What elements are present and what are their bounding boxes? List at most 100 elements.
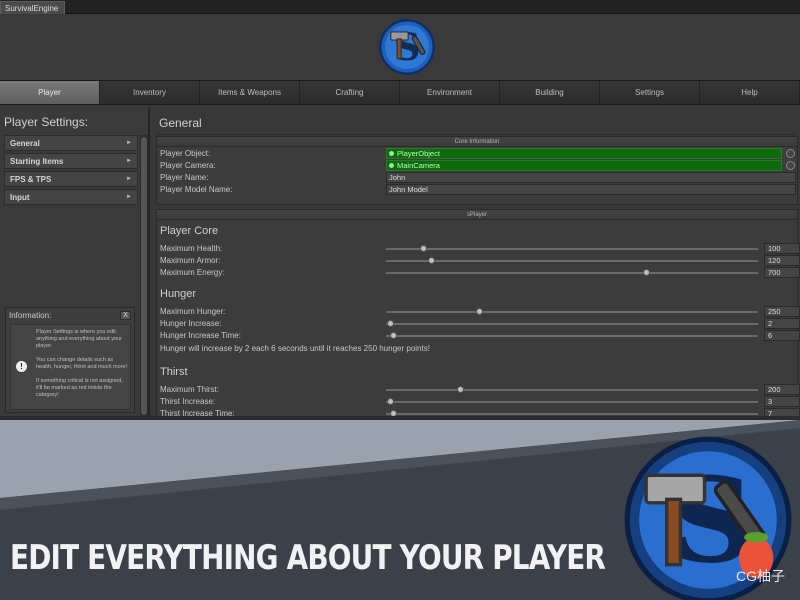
watermark: CG柚子 <box>736 568 785 584</box>
player-object-field[interactable]: PlayerObject <box>386 148 782 159</box>
thirst-increase-input[interactable]: 3 <box>764 396 800 407</box>
information-text: Player Settings is where you edit anythi… <box>36 329 130 406</box>
info-paragraph: You can change details such as health, h… <box>36 357 128 370</box>
slider-thumb[interactable] <box>476 308 483 315</box>
field-label: Thirst Increase: <box>160 397 216 406</box>
max-health-slider[interactable] <box>386 245 758 252</box>
category-list: General ► Starting Items ► FPS & TPS ► I… <box>4 135 138 207</box>
category-input[interactable]: Input ► <box>4 189 138 205</box>
category-label: Input <box>10 192 30 202</box>
thirst-increase-row: Thirst Increase: 3 <box>160 396 800 408</box>
window-tab-strip: SurvivalEngine <box>0 0 800 15</box>
scrollbar-thumb[interactable] <box>141 137 147 415</box>
field-value: MainCamera <box>397 161 440 170</box>
object-picker-icon[interactable] <box>786 161 795 170</box>
main-panel: General Core Information Player Object: … <box>152 107 800 418</box>
category-label: FPS & TPS <box>10 174 52 184</box>
field-label: Maximum Armor: <box>160 256 221 265</box>
gameobject-icon <box>389 163 394 168</box>
promo-banner: EDIT EVERYTHING ABOUT YOUR PLAYER S CG柚子 <box>0 420 800 600</box>
max-health-input[interactable]: 100 <box>764 243 800 254</box>
slider-thumb[interactable] <box>386 398 394 405</box>
player-camera-field[interactable]: MainCamera <box>386 160 782 171</box>
info-paragraph: If something critical is not assigned, i… <box>36 378 123 398</box>
max-thirst-input[interactable]: 200 <box>764 384 800 395</box>
max-hunger-slider[interactable] <box>386 308 758 315</box>
slider-thumb[interactable] <box>390 332 398 339</box>
max-thirst-slider[interactable] <box>386 386 758 393</box>
slider-thumb[interactable] <box>457 386 465 393</box>
field-label: Player Camera: <box>160 161 216 170</box>
slider-thumb[interactable] <box>420 245 428 252</box>
information-box: Information: X ! Player Settings is wher… <box>5 307 135 413</box>
banner-caption: EDIT EVERYTHING ABOUT YOUR PLAYER <box>10 538 606 578</box>
max-hunger-row: Maximum Hunger: 250 <box>160 306 800 318</box>
player-model-input[interactable]: John Model <box>386 184 796 195</box>
hunger-note: Hunger will increase by 2 each 6 seconds… <box>160 344 430 353</box>
left-panel: Player Settings: General ► Starting Item… <box>0 107 150 418</box>
player-model-row: Player Model Name: John Model <box>160 184 796 196</box>
category-fps-tps[interactable]: FPS & TPS ► <box>4 171 138 187</box>
tab-items-weapons[interactable]: Items & Weapons <box>200 81 300 104</box>
tab-crafting[interactable]: Crafting <box>300 81 400 104</box>
thirst-time-slider[interactable] <box>386 410 758 417</box>
max-energy-row: Maximum Energy: 700 <box>160 267 800 279</box>
max-energy-input[interactable]: 700 <box>764 267 800 278</box>
object-picker-icon[interactable] <box>786 149 795 158</box>
max-energy-slider[interactable] <box>386 269 758 276</box>
hunger-time-input[interactable]: 6 <box>764 330 800 341</box>
slider-thumb[interactable] <box>386 320 394 327</box>
tab-player[interactable]: Player <box>0 81 100 104</box>
divider <box>156 134 796 135</box>
max-armor-row: Maximum Armor: 120 <box>160 255 800 267</box>
close-icon[interactable]: X <box>120 311 131 320</box>
slider-thumb[interactable] <box>643 269 651 276</box>
window-tab[interactable]: SurvivalEngine <box>0 1 65 15</box>
tab-help[interactable]: Help <box>700 81 800 104</box>
panel-title: Player Settings: <box>4 115 89 129</box>
splayer-section: sPlayer Player Core Maximum Health: 100 … <box>156 209 800 418</box>
field-label: Maximum Thirst: <box>160 385 219 394</box>
section-header: Core Information <box>157 137 797 147</box>
hunger-increase-input[interactable]: 2 <box>764 318 800 329</box>
information-title: Information: <box>9 311 52 320</box>
max-armor-slider[interactable] <box>386 257 758 264</box>
hunger-time-slider[interactable] <box>386 332 758 339</box>
player-core-heading: Player Core <box>160 225 219 237</box>
category-starting-items[interactable]: Starting Items ► <box>4 153 138 169</box>
page-title: General <box>159 116 202 130</box>
tab-inventory[interactable]: Inventory <box>100 81 200 104</box>
field-value: PlayerObject <box>397 149 440 158</box>
gameobject-icon <box>389 151 394 156</box>
tab-environment[interactable]: Environment <box>400 81 500 104</box>
category-label: Starting Items <box>10 156 64 166</box>
hunger-increase-row: Hunger Increase: 2 <box>160 318 800 330</box>
tab-settings[interactable]: Settings <box>600 81 700 104</box>
chevron-right-icon: ► <box>126 194 132 200</box>
header: S <box>0 14 800 80</box>
field-label: Maximum Energy: <box>160 268 225 277</box>
field-label: Player Model Name: <box>160 185 233 194</box>
hunger-increase-slider[interactable] <box>386 320 758 327</box>
section-header: sPlayer <box>157 210 797 220</box>
category-general[interactable]: General ► <box>4 135 138 151</box>
thirst-increase-slider[interactable] <box>386 398 758 405</box>
player-name-input[interactable]: John <box>386 172 796 183</box>
player-name-row: Player Name: John <box>160 172 796 184</box>
max-thirst-row: Maximum Thirst: 200 <box>160 384 800 396</box>
chevron-right-icon: ► <box>126 158 132 164</box>
info-paragraph: Player Settings is where you edit anythi… <box>36 329 122 349</box>
field-label: Maximum Hunger: <box>160 307 226 316</box>
tab-building[interactable]: Building <box>500 81 600 104</box>
max-hunger-input[interactable]: 250 <box>764 306 800 317</box>
field-label: Player Object: <box>160 149 211 158</box>
information-body: ! Player Settings is where you edit anyt… <box>10 324 131 410</box>
max-armor-input[interactable]: 120 <box>764 255 800 266</box>
field-label: Maximum Health: <box>160 244 223 253</box>
field-label: Hunger Increase: <box>160 319 222 328</box>
hunger-time-row: Hunger Increase Time: 6 <box>160 330 800 342</box>
left-scrollbar[interactable] <box>140 135 148 418</box>
slider-thumb[interactable] <box>427 257 435 264</box>
hunger-heading: Hunger <box>160 288 197 300</box>
player-object-row: Player Object: PlayerObject <box>160 148 796 160</box>
